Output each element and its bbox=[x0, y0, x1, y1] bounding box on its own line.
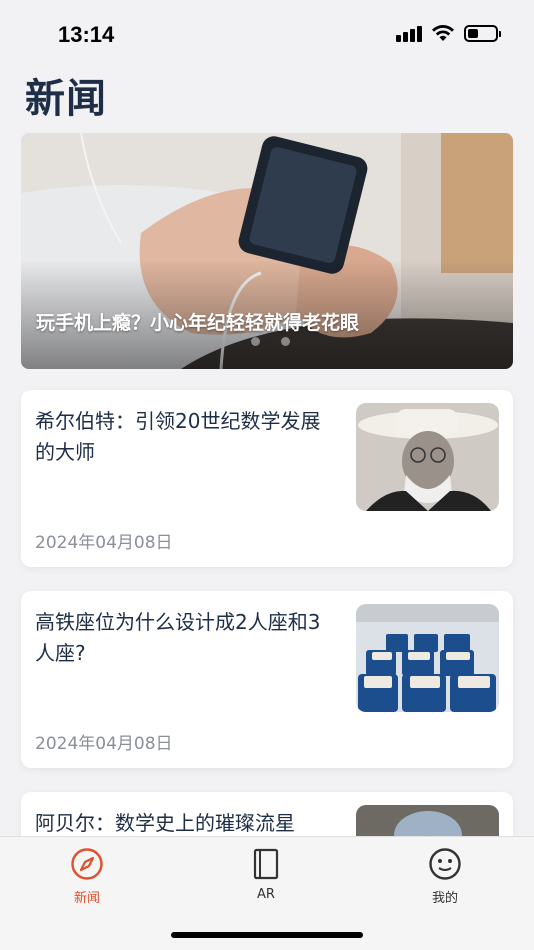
wifi-icon bbox=[432, 25, 454, 41]
banner-caption: 玩手机上瘾？小心年纪轻轻就得老花眼 bbox=[36, 312, 360, 334]
tab-label: 新闻 bbox=[73, 891, 100, 906]
article-title: 阿贝尔：数学史上的璀璨流星 bbox=[35, 811, 295, 835]
status-time: 13:14 bbox=[58, 22, 115, 47]
article-date: 2024年04月08日 bbox=[35, 533, 173, 553]
status-bar: 13:14 bbox=[0, 0, 534, 60]
article-date: 2024年04月08日 bbox=[35, 734, 173, 754]
article-thumbnail bbox=[356, 403, 499, 511]
battery-icon bbox=[464, 24, 501, 42]
article-title: 高铁座位为什么设计成2人座和3人座? bbox=[35, 610, 321, 665]
tab-mine[interactable]: 我的 bbox=[405, 847, 485, 906]
tab-label: 我的 bbox=[431, 891, 458, 906]
battery-fill bbox=[468, 28, 479, 38]
home-indicator bbox=[171, 932, 363, 938]
tab-label: AR bbox=[257, 887, 275, 902]
page-title: 新闻 bbox=[25, 76, 107, 122]
signal-icon bbox=[396, 24, 422, 42]
article-card[interactable]: 高铁座位为什么设计成2人座和3人座? 2024年04月08日 bbox=[21, 591, 513, 768]
carousel-dot-active[interactable] bbox=[266, 337, 275, 346]
article-thumbnail bbox=[356, 604, 499, 712]
status-icons bbox=[396, 24, 501, 42]
compass-icon bbox=[71, 848, 103, 880]
carousel-dots bbox=[251, 337, 290, 346]
carousel-dot[interactable] bbox=[251, 337, 260, 346]
banner-carousel[interactable]: 玩手机上瘾？小心年纪轻轻就得老花眼 bbox=[21, 133, 513, 369]
smiley-icon bbox=[429, 848, 461, 880]
book-icon bbox=[253, 848, 279, 880]
tab-news[interactable]: 新闻 bbox=[47, 847, 127, 906]
article-title: 希尔伯特：引领20世纪数学发展的大师 bbox=[35, 409, 321, 464]
tab-ar[interactable]: AR bbox=[226, 847, 306, 902]
carousel-dot[interactable] bbox=[281, 337, 290, 346]
article-card[interactable]: 希尔伯特：引领20世纪数学发展的大师 2024年04月08日 bbox=[21, 390, 513, 567]
